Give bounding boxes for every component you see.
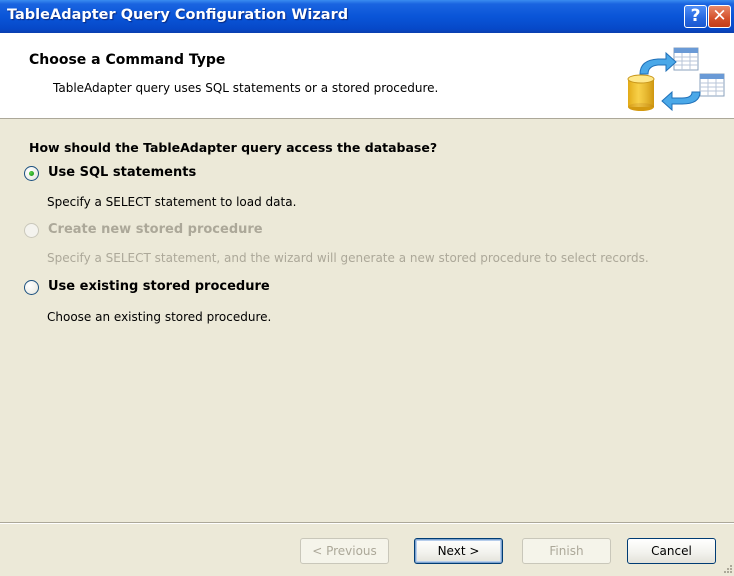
radio-use-existing-stored-procedure[interactable]: [24, 280, 39, 295]
previous-button: < Previous: [300, 538, 389, 564]
option-label: Create new stored procedure: [48, 222, 263, 237]
page-subtitle: TableAdapter query uses SQL statements o…: [53, 81, 439, 95]
window-title: TableAdapter Query Configuration Wizard: [7, 7, 349, 23]
finish-button: Finish: [522, 538, 611, 564]
table-grid-icon-back: [673, 47, 699, 71]
database-cylinder-icon: [627, 74, 655, 111]
option-description: Specify a SELECT statement to load data.: [47, 195, 297, 209]
table-grid-icon-front: [699, 73, 725, 97]
radio-use-sql-statements[interactable]: [24, 166, 39, 181]
option-description: Choose an existing stored procedure.: [47, 310, 272, 324]
title-bar[interactable]: TableAdapter Query Configuration Wizard …: [0, 0, 734, 33]
option-label: Use SQL statements: [48, 165, 197, 180]
database-table-transfer-icon: [627, 47, 725, 112]
footer-divider: [0, 522, 734, 524]
option-description: Specify a SELECT statement, and the wiza…: [47, 251, 649, 265]
close-button[interactable]: ✕: [708, 5, 731, 28]
wizard-window: TableAdapter Query Configuration Wizard …: [0, 0, 734, 576]
question-label: How should the TableAdapter query access…: [29, 140, 438, 155]
help-button[interactable]: ?: [684, 5, 707, 28]
next-button[interactable]: Next >: [414, 538, 503, 564]
wizard-header: Choose a Command Type TableAdapter query…: [0, 33, 734, 119]
page-title: Choose a Command Type: [29, 52, 226, 68]
radio-selected-dot: [29, 171, 34, 176]
option-label: Use existing stored procedure: [48, 279, 270, 294]
radio-create-new-stored-procedure: [24, 223, 39, 238]
help-icon: ?: [690, 6, 701, 26]
close-icon: ✕: [712, 6, 727, 26]
cancel-button[interactable]: Cancel: [627, 538, 716, 564]
resize-grip-icon[interactable]: [722, 563, 733, 574]
